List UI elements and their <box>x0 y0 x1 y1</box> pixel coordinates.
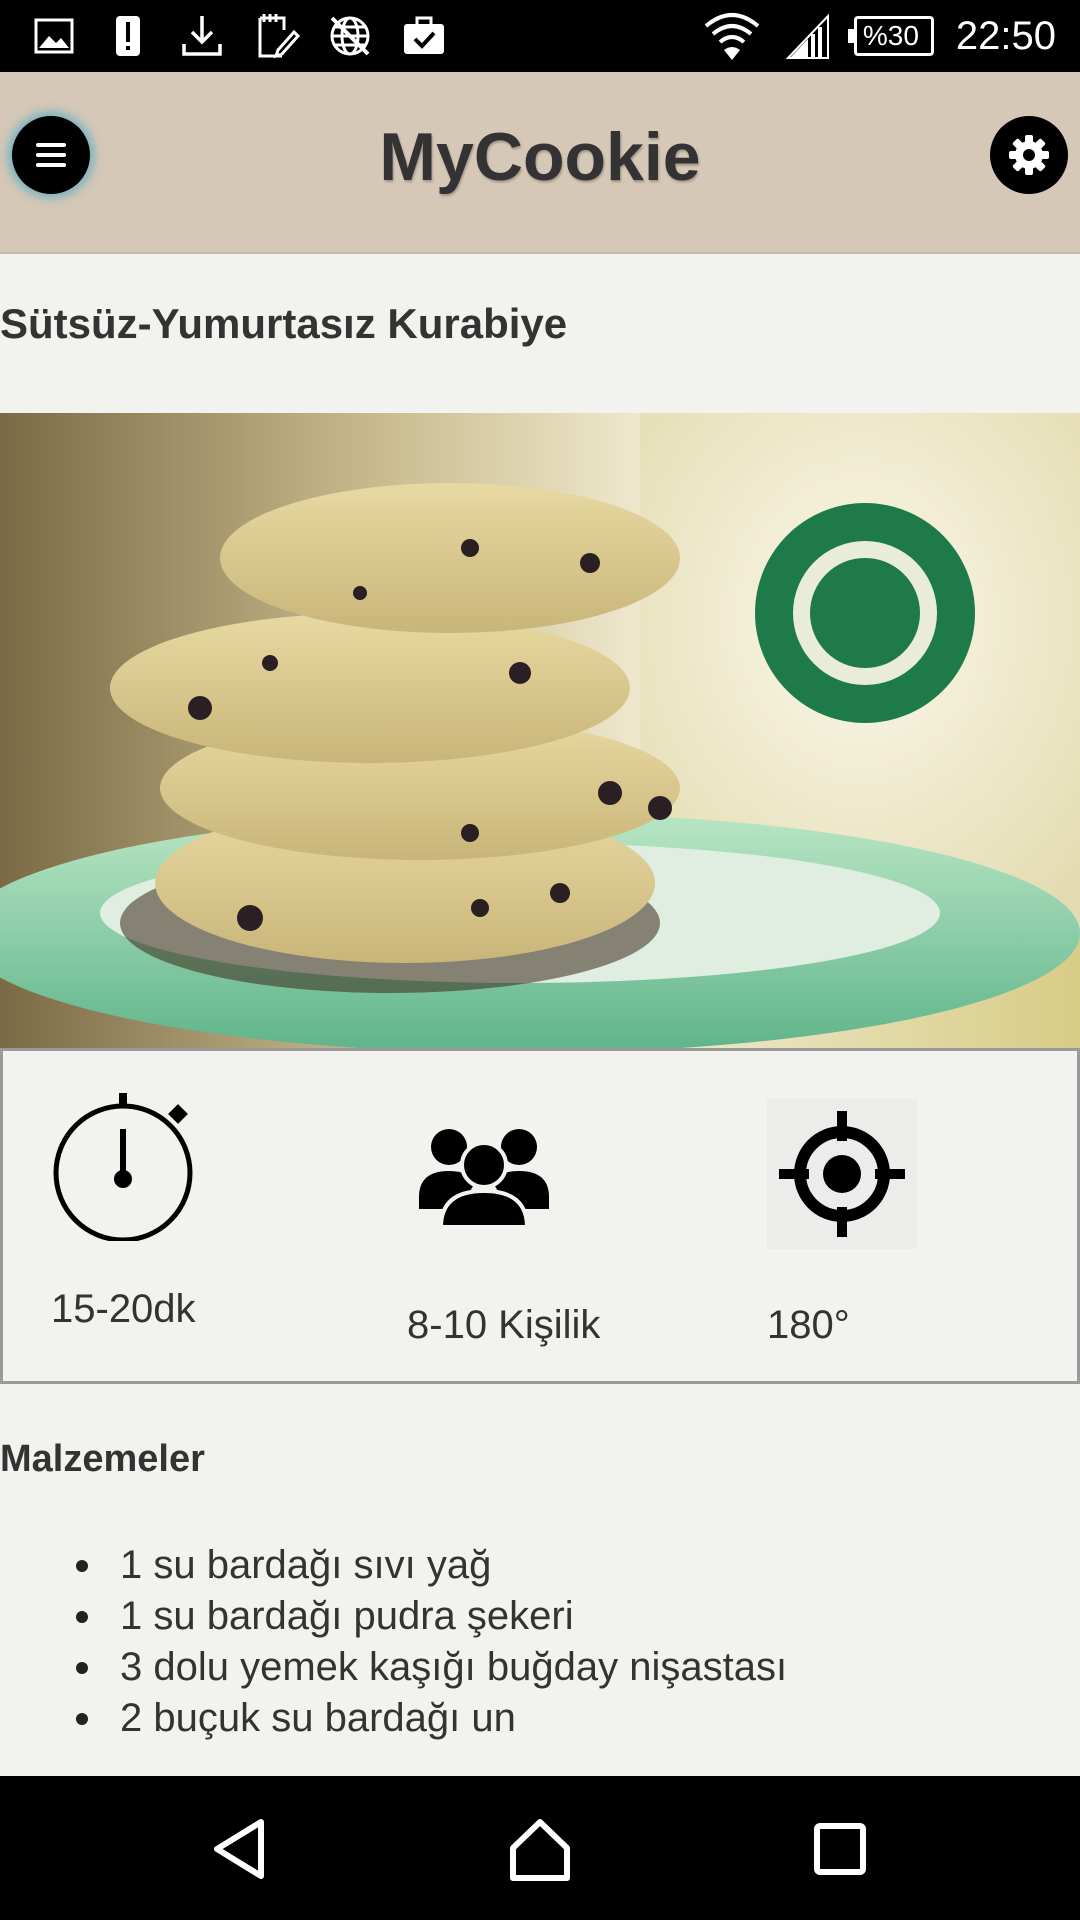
globe-icon <box>330 16 370 56</box>
gear-icon <box>1009 135 1049 175</box>
target-crosshair-icon <box>767 1099 917 1249</box>
list-item: 1 su bardağı pudra şekeri <box>70 1591 787 1642</box>
temperature-label: 180° <box>767 1303 850 1347</box>
recents-button[interactable] <box>790 1804 890 1894</box>
gallery-icon <box>34 18 74 54</box>
recipe-title: Sütsüz-Yumurtasız Kurabiye <box>0 300 568 347</box>
recipe-info-box: 15-20dk 8-10 Kişilik 180° <box>0 1048 1080 1384</box>
stopwatch-icon <box>53 1093 193 1241</box>
temperature-info: 180° <box>723 1051 1080 1381</box>
app-bar: MyCookie <box>0 72 1080 254</box>
list-item: 3 dolu yemek kaşığı buğday nişastası <box>70 1642 787 1693</box>
time-label: 15-20dk <box>51 1287 196 1331</box>
list-item: 2 buçuk su bardağı un <box>70 1693 787 1744</box>
recents-icon <box>814 1823 866 1875</box>
people-group-icon <box>419 1129 549 1229</box>
time-info: 15-20dk <box>3 1051 323 1381</box>
servings-label: 8-10 Kişilik <box>407 1303 601 1347</box>
note-edit-icon <box>258 14 300 59</box>
navigation-bar <box>0 1776 1080 1920</box>
system-status: %30 22:50 <box>702 10 1056 62</box>
clock: 22:50 <box>955 13 1056 58</box>
ingredients-title: Malzemeler <box>0 1438 205 1480</box>
notification-icons <box>30 10 448 62</box>
download-icon <box>182 16 222 56</box>
back-button[interactable] <box>190 1804 290 1894</box>
home-icon <box>510 1819 570 1881</box>
servings-info: 8-10 Kişilik <box>363 1051 683 1381</box>
battery-level: %30 <box>862 20 919 51</box>
cookies-stack-photo <box>0 413 1080 1048</box>
screen: %30 22:50 MyCookie Sütsüz-Yumurtasız Kur… <box>0 0 1080 1920</box>
app-title: MyCookie <box>379 119 701 195</box>
list-item: 1 su bardağı sıvı yağ <box>70 1540 787 1591</box>
settings-button[interactable] <box>990 116 1068 194</box>
status-bar: %30 22:50 <box>0 0 1080 72</box>
ingredients-list: 1 su bardağı sıvı yağ 1 su bardağı pudra… <box>70 1540 787 1744</box>
back-icon <box>214 1819 264 1879</box>
alert-icon <box>116 16 140 56</box>
briefcase-check-icon <box>404 16 444 54</box>
wifi-icon <box>704 13 760 60</box>
home-button[interactable] <box>490 1804 590 1894</box>
battery-icon: %30 <box>847 16 934 56</box>
recipe-photo <box>0 413 1080 1048</box>
signal-icon <box>785 13 829 59</box>
